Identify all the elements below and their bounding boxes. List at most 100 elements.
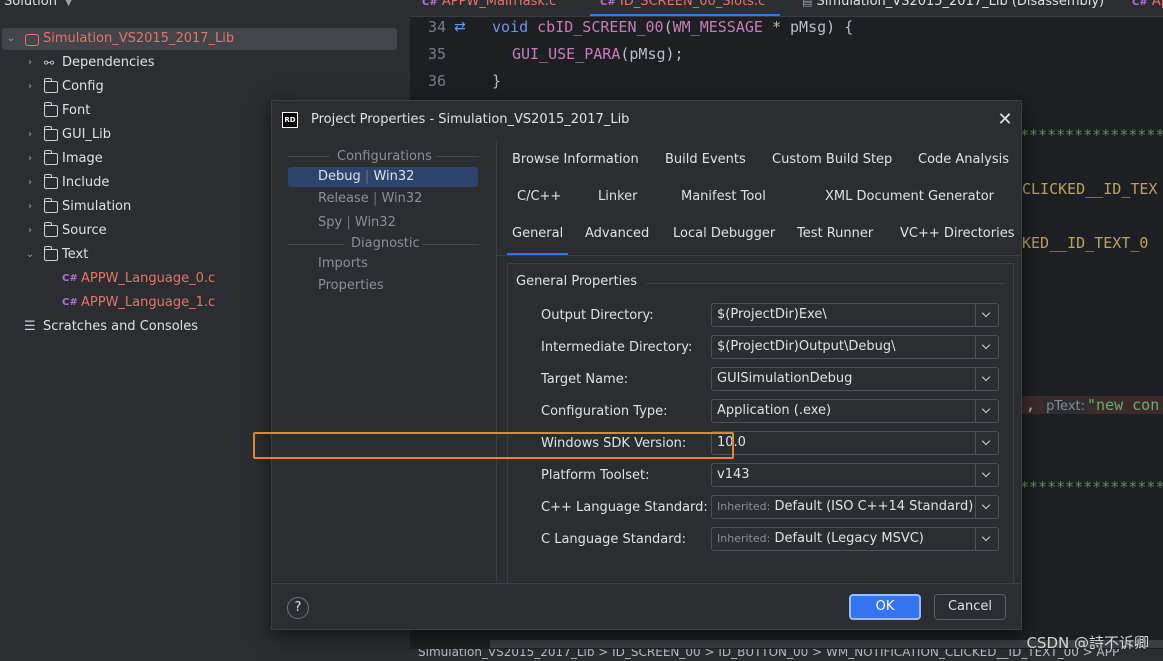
editor-tab-active[interactable]: C# ID_SCREEN_00_Slots.c [600,0,765,14]
tree-item-config[interactable]: › Config [22,76,382,98]
code-line-36[interactable]: } [492,72,501,90]
dropdown-button[interactable] [975,336,998,358]
c-file-icon: C# [422,0,438,8]
solution-header[interactable]: Solution ▼ [0,0,72,12]
config-item-debug[interactable]: Debug | Win32 [288,167,478,187]
implementation-icon[interactable]: ⇄ [454,19,466,35]
code-comment: ******************* [1020,126,1163,144]
tab-browse-information[interactable]: Browse Information [512,143,639,177]
chevron-down-icon [981,500,991,510]
cancel-button[interactable]: Cancel [934,594,1006,620]
dropdown-button[interactable] [975,496,998,518]
tab-code-analysis[interactable]: Code Analysis [918,143,1009,177]
chevron-right-icon[interactable]: › [24,220,36,242]
line-number: 35 [427,45,446,63]
project-icon [25,34,39,46]
divider [422,244,479,245]
chevron-down-icon[interactable]: ⌄ [24,244,36,266]
tree-item-label: Include [62,175,110,190]
dropdown-button[interactable] [975,368,998,390]
tree-item-label: Config [62,79,104,94]
windows-sdk-version-combo[interactable]: 10.0 [711,431,999,455]
code-token: , [1026,396,1036,414]
tab-test-runner[interactable]: Test Runner [797,217,873,251]
dropdown-button[interactable] [975,528,998,550]
code-token: WM_MESSAGE [672,18,763,36]
divider [497,255,1021,256]
editor-tab-label: Simulation_VS2015_2017_Lib (Disassembly) [816,0,1105,9]
tab-c-cpp[interactable]: C/C++ [517,180,561,214]
dropdown-button[interactable] [975,432,998,454]
tab-manifest-tool[interactable]: Manifest Tool [681,180,766,214]
chevron-right-icon[interactable]: › [24,148,36,170]
chevron-right-icon[interactable]: › [24,124,36,146]
combo-value: GUISimulationDebug [717,371,852,386]
combo-value-text: v143 [717,467,750,482]
output-directory-combo[interactable]: $(ProjectDir)Exe\ [711,303,999,327]
section-title: General Properties [516,274,638,289]
chevron-down-icon: ▼ [65,0,73,8]
ok-button[interactable]: OK [849,594,921,620]
chevron-right-icon[interactable]: › [24,52,36,74]
dialog-footer: ? OK Cancel [272,583,1021,630]
tree-item-project[interactable]: ⌄ Simulation_VS2015_2017_Lib [2,28,397,50]
breadcrumb[interactable]: Simulation_VS2015_2017_Lib > ID_SCREEN_0… [418,649,1119,659]
code-token: (pMsg); [620,45,684,63]
config-name: Release [318,191,369,206]
scratches-icon: ☰ [24,319,36,334]
code-line-34[interactable]: void cbID_SCREEN_00(WM_MESSAGE * pMsg) { [492,18,853,36]
code-token: ( [663,18,673,36]
code-comment: ******************* [1020,478,1163,496]
tab-custom-build-step[interactable]: Custom Build Step [772,143,892,177]
dropdown-button[interactable] [975,304,998,326]
folder-icon [44,198,58,213]
tree-item-dependencies[interactable]: › ⚯ Dependencies [22,52,382,74]
tab-general[interactable]: General [507,217,569,256]
tree-item-label: Source [62,223,107,238]
tab-xml-document-generator[interactable]: XML Document Generator [825,180,994,214]
tree-item-label: Dependencies [62,55,155,70]
property-label: C Language Standard: [541,532,687,547]
dropdown-button[interactable] [975,400,998,422]
string-literal: "new con [1087,396,1160,414]
help-button[interactable]: ? [287,597,309,619]
code-line-35[interactable]: GUI_USE_PARA(pMsg); [512,45,684,63]
chevron-down-icon [981,436,991,446]
dialog-titlebar[interactable]: RD Project Properties - Simulation_VS201… [272,101,1021,141]
tab-local-debugger[interactable]: Local Debugger [673,217,775,251]
editor-tab[interactable]: ▤ Simulation_VS2015_2017_Lib (Disassembl… [802,0,1104,14]
folder-icon [44,246,58,261]
intermediate-directory-combo[interactable]: $(ProjectDir)Output\Debug\ [711,335,999,359]
diagnostic-item-imports[interactable]: Imports [288,254,478,274]
config-item-release[interactable]: Release | Win32 [288,189,478,209]
target-name-combo[interactable]: GUISimulationDebug [711,367,999,391]
folder-icon [44,174,58,189]
solution-header-label: Solution [4,0,57,9]
tab-vc-directories[interactable]: VC++ Directories [900,217,1015,251]
chevron-right-icon[interactable]: › [24,172,36,194]
config-name: Debug [318,169,361,184]
tree-item-label: Image [62,151,103,166]
rider-logo-icon: RD [282,112,298,128]
config-item-spy[interactable]: Spy | Win32 [288,213,478,233]
folder-icon [44,102,58,117]
tab-linker[interactable]: Linker [598,180,638,214]
close-icon[interactable]: ✕ [996,111,1014,129]
c-language-standard-combo[interactable]: Inherited: Default (Legacy MSVC) [711,527,999,551]
cpp-language-standard-combo[interactable]: Inherited: Default (ISO C++14 Standard) [711,495,999,519]
dropdown-button[interactable] [975,464,998,486]
folder-icon [44,222,58,237]
configuration-type-combo[interactable]: Application (.exe) [711,399,999,423]
diagnostic-item-properties[interactable]: Properties [288,276,478,296]
tab-advanced[interactable]: Advanced [585,217,649,251]
active-tab-indicator [590,14,780,16]
editor-tab[interactable]: C# Ap [1132,0,1163,14]
chevron-right-icon[interactable]: › [24,196,36,218]
chevron-right-icon[interactable]: › [24,76,36,98]
tab-build-events[interactable]: Build Events [665,143,746,177]
editor-tab[interactable]: C# APPW_MainTask.c [422,0,556,14]
chevron-down-icon[interactable]: ⌄ [5,28,17,50]
line-number: 36 [427,72,446,90]
platform-toolset-combo[interactable]: v143 [711,463,999,487]
chevron-down-icon [981,468,991,478]
